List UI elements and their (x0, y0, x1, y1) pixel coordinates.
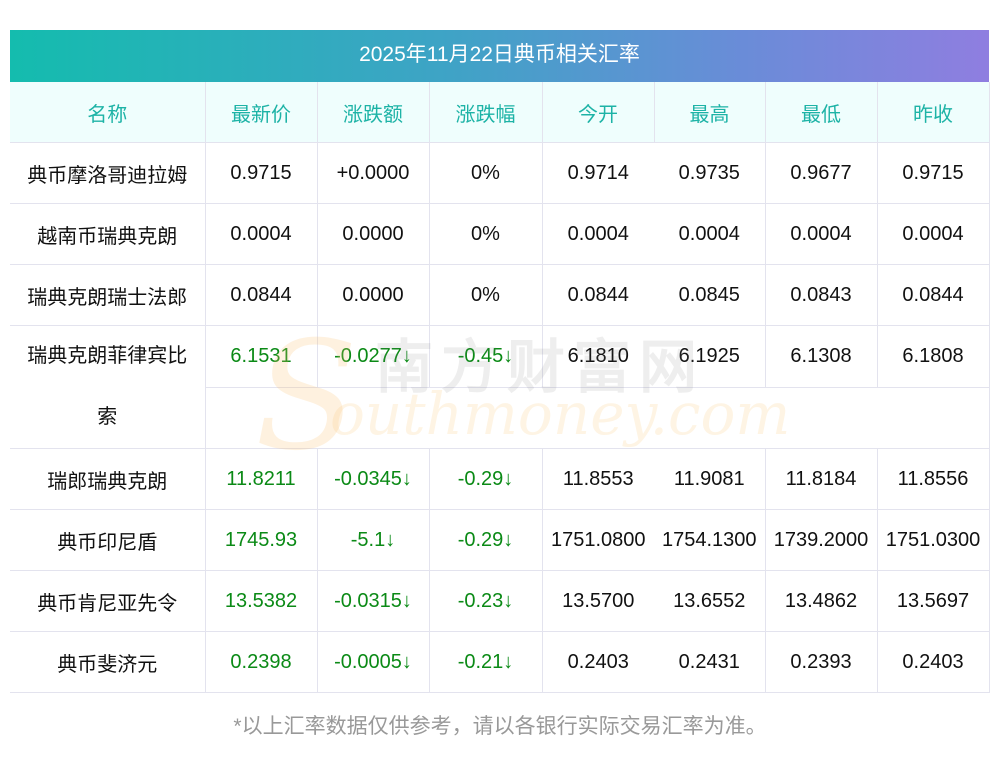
high-cell: 0.2431 (654, 631, 766, 693)
table-header-row: 名称 最新价 涨跌额 涨跌幅 今开 最高 最低 昨收 (10, 82, 990, 143)
open-cell: 6.1810 (542, 325, 654, 388)
column-header: 最低 (765, 82, 878, 143)
high-cell: 0.0004 (654, 203, 766, 265)
prev-close-cell: 0.2403 (877, 631, 990, 693)
disclaimer-footer: *以上汇率数据仅供参考，请以各银行实际交易汇率为准。 (233, 715, 767, 738)
open-cell: 0.9714 (542, 142, 654, 204)
low-cell: 0.2393 (765, 631, 878, 693)
column-header: 最高 (654, 82, 766, 143)
change-amount-cell: +0.0000 (317, 142, 430, 204)
high-cell: 0.0845 (654, 264, 766, 326)
table-row: 越南币瑞典克朗 0.0004 0.0000 0% 0.0004 0.0004 0.0004 0… (10, 203, 990, 265)
change-amount-cell: 0.0000 (317, 203, 430, 265)
latest-price-cell: 0.2398 (205, 631, 318, 693)
latest-price-cell: 11.8211 (205, 448, 318, 510)
change-amount-cell: -0.0315↓ (317, 570, 430, 632)
column-header: 今开 (542, 82, 655, 143)
column-header: 昨收 (877, 82, 990, 143)
exchange-rate-table: 名称 最新价 涨跌额 涨跌幅 今开 最高 最低 昨收 典币摩洛哥迪拉姆 0.9715 +0.000… (10, 82, 990, 693)
change-percent-cell: -0.23↓ (429, 570, 543, 632)
currency-pair-name: 越南币瑞典克朗 (10, 203, 206, 265)
prev-close-cell: 11.8556 (877, 448, 990, 510)
change-amount-cell: -0.0345↓ (317, 448, 430, 510)
table-row: 典币摩洛哥迪拉姆 0.9715 +0.0000 0% 0.9714 0.9735 0.967… (10, 142, 990, 204)
high-cell: 1754.1300 (654, 509, 766, 571)
open-cell: 0.2403 (542, 631, 654, 693)
column-header: 最新价 (205, 82, 318, 143)
latest-price-cell: 0.0844 (205, 264, 318, 326)
prev-close-cell: 0.0004 (877, 203, 990, 265)
high-cell: 6.1925 (654, 325, 766, 388)
currency-pair-name: 瑞郎瑞典克朗 (10, 448, 206, 510)
open-cell: 13.5700 (542, 570, 654, 632)
prev-close-cell: 1751.0300 (877, 509, 990, 571)
table-row: 典币斐济元 0.2398 -0.0005↓ -0.21↓ 0.2403 0.2431 0.2… (10, 631, 990, 693)
low-cell: 11.8184 (765, 448, 878, 510)
column-header: 涨跌幅 (429, 82, 543, 143)
change-percent-cell: -0.21↓ (429, 631, 543, 693)
change-percent-cell: 0% (429, 203, 543, 265)
column-header: 名称 (10, 82, 206, 143)
high-cell: 0.9735 (654, 142, 766, 204)
latest-price-cell: 0.9715 (205, 142, 318, 204)
latest-price-cell: 0.0004 (205, 203, 318, 265)
high-cell: 11.9081 (654, 448, 766, 510)
change-percent-cell: -0.29↓ (429, 448, 543, 510)
change-amount-cell: -0.0277↓ (317, 325, 430, 388)
low-cell: 1739.2000 (765, 509, 878, 571)
page-title: 2025年11月22日典币相关汇率 (10, 30, 989, 82)
change-amount-cell: -0.0005↓ (317, 631, 430, 693)
prev-close-cell: 0.0844 (877, 264, 990, 326)
low-cell: 0.0843 (765, 264, 878, 326)
open-cell: 11.8553 (542, 448, 654, 510)
currency-pair-name: 典币摩洛哥迪拉姆 (10, 142, 206, 204)
change-percent-cell: -0.29↓ (429, 509, 543, 571)
column-header: 涨跌额 (317, 82, 430, 143)
table-row: 典币肯尼亚先令 13.5382 -0.0315↓ -0.23↓ 13.5700 13.65… (10, 570, 990, 632)
change-percent-cell: 0% (429, 142, 543, 204)
table-row: 瑞典克朗瑞士法郎 0.0844 0.0000 0% 0.0844 0.0845 0.0843… (10, 264, 990, 326)
prev-close-cell: 0.9715 (877, 142, 990, 204)
currency-pair-name: 瑞典克朗瑞士法郎 (10, 264, 206, 326)
low-cell: 0.0004 (765, 203, 878, 265)
prev-close-cell: 6.1808 (877, 325, 990, 388)
change-percent-cell: -0.45↓ (429, 325, 543, 388)
change-percent-cell: 0% (429, 264, 543, 326)
latest-price-cell: 6.1531 (205, 325, 318, 388)
low-cell: 13.4862 (765, 570, 878, 632)
currency-pair-name: 典币印尼盾 (10, 509, 206, 571)
table-row: 瑞典克朗菲律宾比索 6.1531 -0.0277↓ -0.45↓ 6.1810 6.192… (10, 325, 990, 449)
low-cell: 0.9677 (765, 142, 878, 204)
open-cell: 0.0844 (542, 264, 654, 326)
low-cell: 6.1308 (765, 325, 878, 388)
change-amount-cell: -5.1↓ (317, 509, 430, 571)
latest-price-cell: 13.5382 (205, 570, 318, 632)
currency-pair-name: 典币斐济元 (10, 631, 206, 693)
high-cell: 13.6552 (654, 570, 766, 632)
table-row: 典币印尼盾 1745.93 -5.1↓ -0.29↓ 1751.0800 1754.130… (10, 509, 990, 571)
latest-price-cell: 1745.93 (205, 509, 318, 571)
change-amount-cell: 0.0000 (317, 264, 430, 326)
currency-pair-name: 瑞典克朗菲律宾比索 (10, 325, 206, 449)
open-cell: 0.0004 (542, 203, 654, 265)
empty-cell (205, 387, 990, 449)
currency-pair-name: 典币肯尼亚先令 (10, 570, 206, 632)
open-cell: 1751.0800 (542, 509, 654, 571)
prev-close-cell: 13.5697 (877, 570, 990, 632)
table-row: 瑞郎瑞典克朗 11.8211 -0.0345↓ -0.29↓ 11.8553 11.908… (10, 448, 990, 510)
